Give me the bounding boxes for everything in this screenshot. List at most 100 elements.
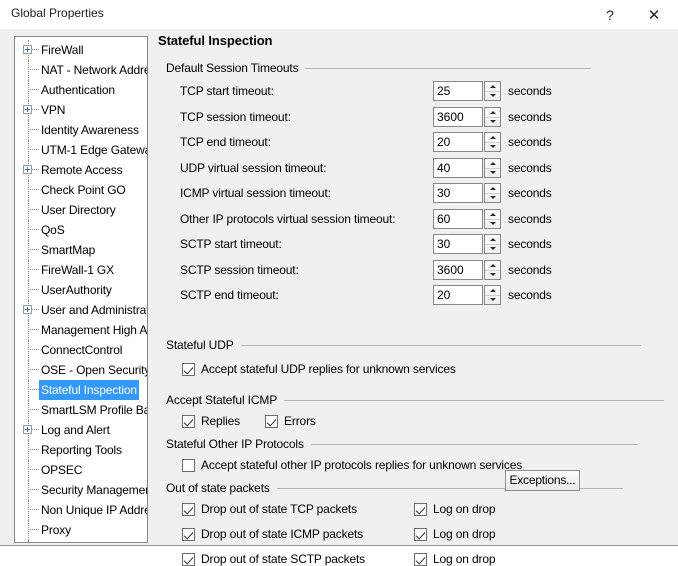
sidebar-item-proxy[interactable]: Proxy [15,520,147,540]
tree-connector-line [28,209,39,211]
sidebar-item-opsec[interactable]: OPSEC [15,460,147,480]
checkbox-accept-stateful-udp-replies[interactable]: Accept stateful UDP replies for unknown … [182,362,456,376]
sidebar-item-firewall-1-gx[interactable]: FireWall-1 GX [15,260,147,280]
checkbox-drop-out-of-state[interactable]: Drop out of state TCP packets [182,502,357,516]
timeout-input[interactable]: 3600 [433,259,483,280]
spinner-up-icon[interactable] [485,184,500,193]
spinner-down-icon[interactable] [485,244,500,253]
spinner-up-icon[interactable] [485,82,500,91]
checkbox-icon[interactable] [182,552,195,566]
properties-tree-panel[interactable]: FireWall NAT - Network Addres Authenticati… [14,36,148,543]
checkbox-icon[interactable] [182,458,195,472]
timeout-row: SCTP end timeout: 20 seconds [180,285,650,306]
tree-connector-line [28,469,39,471]
checkbox-log-on-drop[interactable]: Log on drop [414,552,496,566]
timeout-input[interactable]: 20 [433,285,483,305]
spinner-down-icon[interactable] [485,219,500,228]
checkbox-icmp-errors[interactable]: Errors [265,414,316,428]
spinner-control[interactable] [484,81,501,101]
sidebar-item-check-point-go[interactable]: Check Point GO [15,180,147,200]
expand-plus-icon[interactable] [23,305,32,314]
spinner-down-icon[interactable] [485,270,500,279]
sidebar-item-ose-open-security-e[interactable]: OSE - Open Security E [15,360,147,380]
spinner-down-icon[interactable] [485,117,500,126]
spinner-control[interactable] [484,208,501,229]
spinner-up-icon[interactable] [485,286,500,295]
spinner-up-icon[interactable] [485,261,500,270]
exceptions-button[interactable]: Exceptions... [505,470,580,491]
spinner-down-icon[interactable] [485,295,500,304]
spinner-down-icon[interactable] [485,168,500,177]
spinner-down-icon[interactable] [485,91,500,100]
checkbox-icon[interactable] [182,502,195,516]
expand-plus-icon[interactable] [23,105,32,114]
checkbox-icon[interactable] [414,502,427,516]
spinner-control[interactable] [484,259,501,280]
timeout-input[interactable]: 25 [433,81,483,101]
help-icon[interactable]: ? [588,0,632,29]
sidebar-item-firewall[interactable]: FireWall [15,40,147,60]
sidebar-item-remote-access[interactable]: Remote Access [15,160,147,180]
spinner-up-icon[interactable] [485,133,500,142]
checkbox-icon[interactable] [265,414,278,428]
spinner-control[interactable] [484,234,501,254]
spinner-control[interactable] [484,183,501,203]
timeout-input[interactable]: 60 [433,208,483,229]
group-rule [240,344,641,346]
spinner-control[interactable] [484,285,501,305]
sidebar-item-connectcontrol[interactable]: ConnectControl [15,340,147,360]
checkbox-accept-stateful-other-ip-replies[interactable]: Accept stateful other IP protocols repli… [182,458,522,472]
spinner-control[interactable] [484,132,501,152]
timeout-input[interactable]: 3600 [433,106,483,127]
close-icon[interactable]: ✕ [632,0,676,29]
checkbox-icon[interactable] [182,362,195,376]
tree-connector-line [28,329,39,331]
spinner-control[interactable] [484,157,501,178]
sidebar-item-authentication[interactable]: Authentication [15,80,147,100]
timeout-input[interactable]: 40 [433,157,483,178]
sidebar-item-userauthority[interactable]: UserAuthority [15,280,147,300]
checkbox-icon[interactable] [182,414,195,428]
checkbox-log-on-drop[interactable]: Log on drop [414,527,496,541]
expand-plus-icon[interactable] [23,425,32,434]
spinner-up-icon[interactable] [485,235,500,244]
checkbox-drop-out-of-state[interactable]: Drop out of state ICMP packets [182,527,363,541]
sidebar-item-utm-1-edge-gateway[interactable]: UTM-1 Edge Gateway [15,140,147,160]
spinner-up-icon[interactable] [485,210,500,219]
sidebar-item-user-directory[interactable]: User Directory [15,200,147,220]
checkbox-drop-out-of-state[interactable]: Drop out of state SCTP packets [182,552,365,566]
checkbox-icon[interactable] [414,552,427,566]
sidebar-item-stateful-inspection[interactable]: Stateful Inspection [15,380,147,400]
spinner-control[interactable] [484,106,501,127]
sidebar-item-smartlsm-profile-base[interactable]: SmartLSM Profile Base [15,400,147,420]
expand-plus-icon[interactable] [23,45,32,54]
tree-connector-line [28,249,39,251]
spinner-down-icon[interactable] [485,142,500,151]
sidebar-item-management-high-ava[interactable]: Management High Ava [15,320,147,340]
sidebar-item-user-and-administrator[interactable]: User and Administrator [15,300,147,320]
sidebar-item-security-management[interactable]: Security Management , [15,480,147,500]
sidebar-item-qos[interactable]: QoS [15,220,147,240]
timeout-input[interactable]: 30 [433,234,483,254]
sidebar-item-identity-awareness[interactable]: Identity Awareness [15,120,147,140]
sidebar-item-non-unique-ip-address[interactable]: Non Unique IP Address [15,500,147,520]
expand-plus-icon[interactable] [23,165,32,174]
sidebar-item-smartmap[interactable]: SmartMap [15,240,147,260]
sidebar-item-vpn[interactable]: VPN [15,100,147,120]
sidebar-item-label: Identity Awareness [41,123,139,137]
timeout-input[interactable]: 30 [433,183,483,203]
spinner-up-icon[interactable] [485,159,500,168]
sidebar-item-ips[interactable]: IPS [15,540,147,542]
sidebar-item-nat-network-addres[interactable]: NAT - Network Addres [15,60,147,80]
checkbox-icon[interactable] [414,527,427,541]
spinner-up-icon[interactable] [485,108,500,117]
spinner-down-icon[interactable] [485,193,500,202]
timeout-input[interactable]: 20 [433,132,483,152]
sidebar-item-label: Reporting Tools [41,443,122,457]
sidebar-item-log-and-alert[interactable]: Log and Alert [15,420,147,440]
checkbox-icmp-replies[interactable]: Replies [182,414,240,428]
group-rule [310,443,638,445]
checkbox-log-on-drop[interactable]: Log on drop [414,502,496,516]
checkbox-icon[interactable] [182,527,195,541]
sidebar-item-reporting-tools[interactable]: Reporting Tools [15,440,147,460]
